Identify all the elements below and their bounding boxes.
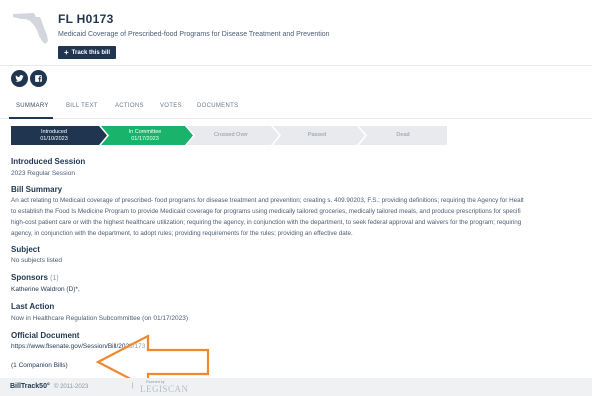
bill-title: Medicaid Coverage of Prescribed-food Pro… xyxy=(58,31,330,38)
track-bill-label: Track this bill xyxy=(71,49,111,56)
progress-step-dead: Dead xyxy=(363,126,443,145)
step-label: Dead xyxy=(396,132,410,138)
official-document-heading: Official Document xyxy=(11,331,80,340)
session-heading: Introduced Session xyxy=(11,157,86,166)
summary-line: high-cost patient care or with the highe… xyxy=(11,219,522,226)
subject-value: No subjects listed xyxy=(11,257,62,264)
step-label: Crossed Over xyxy=(214,132,248,138)
summary-line: An act relating to Medicaid coverage of … xyxy=(11,197,524,204)
progress-step-introduced: Introduced 01/10/2023 xyxy=(11,126,97,145)
bill-id: FL H0173 xyxy=(58,12,114,26)
facebook-icon xyxy=(35,75,42,82)
bill-header: FL H0173 Medicaid Coverage of Prescribed… xyxy=(0,0,592,66)
tab-summary[interactable]: SUMMARY xyxy=(16,103,49,109)
step-label: Introduced xyxy=(41,128,67,135)
progress-step-in-committee: In Committee 01/17/2023 xyxy=(105,126,185,145)
twitter-share-button[interactable] xyxy=(11,70,28,87)
step-label: In Committee xyxy=(128,128,162,135)
page-footer: BillTrack50° © 2011-2023 | Powered by LE… xyxy=(0,378,592,396)
sponsors-count: (1) xyxy=(50,275,59,282)
last-action-value: Now in Healthcare Regulation Subcommitte… xyxy=(11,315,189,322)
bill-progress-tracker: Introduced 01/10/2023 In Committee 01/17… xyxy=(11,126,447,145)
progress-step-passed: Passed xyxy=(277,126,357,145)
companion-bills-link[interactable]: (1 Companion Bills) xyxy=(11,362,68,369)
tab-documents[interactable]: DOCUMENTS xyxy=(197,103,238,109)
tab-actions[interactable]: ACTIONS xyxy=(115,103,144,109)
sponsors-label: Sponsors xyxy=(11,273,48,282)
bill-tabs: SUMMARY BILL TEXT ACTIONS VOTES DOCUMENT… xyxy=(0,97,592,119)
sponsor-link[interactable]: Katherine Waldron (D)*, xyxy=(11,286,80,293)
step-date: 01/17/2023 xyxy=(131,135,159,142)
active-tab-indicator xyxy=(9,117,53,119)
summary-line: to establish the Food Is Medicine Progra… xyxy=(11,208,521,215)
session-value: 2023 Regular Session xyxy=(11,170,75,177)
subject-heading: Subject xyxy=(11,245,40,254)
plus-icon: + xyxy=(64,47,69,57)
twitter-icon xyxy=(15,75,24,82)
florida-state-icon xyxy=(13,13,48,44)
sponsors-heading: Sponsors (1) xyxy=(11,273,59,282)
footer-separator: | xyxy=(132,383,134,389)
step-label: Passed xyxy=(307,132,327,138)
tab-bill-text[interactable]: BILL TEXT xyxy=(66,103,98,109)
footer-copyright: © 2011-2023 xyxy=(54,384,89,390)
step-date: 01/10/2023 xyxy=(40,135,68,142)
legiscan-logo[interactable]: LEGISCAN xyxy=(140,384,189,394)
summary-heading: Bill Summary xyxy=(11,185,63,194)
facebook-share-button[interactable] xyxy=(30,70,47,87)
track-bill-button[interactable]: + Track this bill xyxy=(58,46,117,59)
last-action-heading: Last Action xyxy=(11,302,55,311)
progress-step-crossed-over: Crossed Over xyxy=(191,126,271,145)
summary-line: agency, in conjunction with the departme… xyxy=(11,230,353,237)
footer-brand[interactable]: BillTrack50° xyxy=(10,383,50,390)
tab-votes[interactable]: VOTES xyxy=(160,103,182,109)
